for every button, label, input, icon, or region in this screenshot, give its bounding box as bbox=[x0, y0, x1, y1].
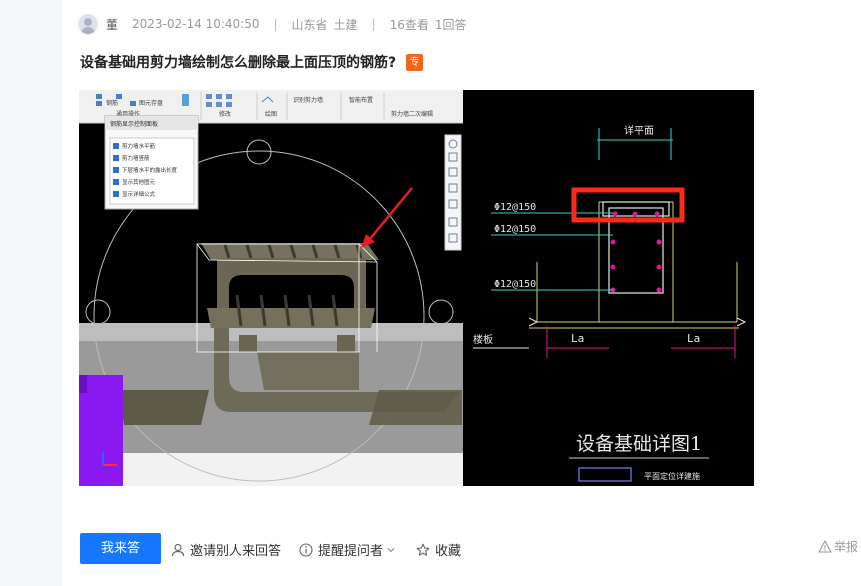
detail-top-label: 详平面 bbox=[624, 124, 654, 137]
la-label: La bbox=[687, 332, 700, 345]
remind-button[interactable]: 提醒提问者 bbox=[299, 540, 396, 559]
star-icon bbox=[416, 543, 430, 556]
answer-count: 1回答 bbox=[434, 17, 467, 32]
panel-option[interactable]: 剪力墙竖筋 bbox=[122, 154, 150, 162]
question-title: 设备基础用剪力墙绘制怎么删除最上面压顶的钢筋? 专 bbox=[80, 52, 424, 72]
author-name[interactable]: 董 bbox=[106, 16, 118, 33]
rebar-display-panel[interactable]: 钢筋显示控制面板 剪力墙水平筋 剪力墙竖筋 下层墙水平的露出长度 显示其他图元 … bbox=[104, 115, 199, 210]
meta-separator: | bbox=[273, 17, 278, 31]
info-icon bbox=[299, 542, 313, 557]
question-meta: 董 2023-02-14 10:40:50 | 山东省 土建 | 16查看 1回… bbox=[78, 13, 467, 35]
report-label: 举报 bbox=[834, 540, 859, 554]
rebar-label: Φ12@150 bbox=[494, 224, 536, 235]
view-count: 16查看 bbox=[389, 17, 429, 32]
user-icon bbox=[171, 543, 185, 556]
panel-option[interactable]: 显示详细公式 bbox=[122, 190, 156, 198]
panel-title: 钢筋显示控制面板 bbox=[110, 120, 158, 128]
panel-option[interactable]: 下层墙水平的露出长度 bbox=[122, 166, 178, 174]
legend-label: 平面定位详建施 bbox=[644, 471, 700, 481]
toolbar-item[interactable]: 识别剪力墙 bbox=[293, 96, 323, 104]
favorite-button[interactable]: 收藏 bbox=[416, 540, 461, 559]
software-view: 钢筋 图元存盘 通用操作 修改 绘图 识别剪力墙 智能布置 剪力墙二次编辑 钢筋… bbox=[79, 90, 463, 486]
drawing-title: 设备基础详图1 bbox=[576, 433, 702, 455]
avatar[interactable] bbox=[78, 14, 98, 34]
panel-option[interactable]: 剪力墙水平筋 bbox=[122, 142, 156, 150]
toolbar-item[interactable]: 钢筋 bbox=[106, 99, 118, 107]
question-image[interactable]: 钢筋 图元存盘 通用操作 修改 绘图 识别剪力墙 智能布置 剪力墙二次编辑 钢筋… bbox=[79, 90, 754, 486]
toolbar-item[interactable]: 图元存盘 bbox=[139, 99, 163, 107]
favorite-label: 收藏 bbox=[435, 544, 462, 559]
toolbar-group-label: 绘图 bbox=[265, 110, 277, 118]
category[interactable]: 土建 bbox=[334, 16, 358, 33]
la-label: La bbox=[571, 332, 584, 345]
cad-detail-drawing: 详平面 Φ12@150 Φ12@150 Φ12@150 La La 楼板 设备基… bbox=[463, 90, 754, 486]
toolbar-group-label: 剪力墙二次编辑 bbox=[391, 110, 433, 118]
answer-button[interactable]: 我来答 bbox=[80, 533, 161, 564]
report-button[interactable]: 举报 bbox=[818, 538, 858, 555]
remind-label: 提醒提问者 bbox=[318, 544, 384, 559]
rebar-label: Φ12@150 bbox=[494, 202, 536, 213]
expert-badge: 专 bbox=[406, 53, 424, 71]
toolbar-item[interactable]: 智能布置 bbox=[349, 96, 373, 104]
meta-separator: | bbox=[371, 17, 376, 31]
question-title-text: 设备基础用剪力墙绘制怎么删除最上面压顶的钢筋? bbox=[80, 55, 397, 71]
panel-option[interactable]: 显示其他图元 bbox=[122, 178, 156, 186]
slab-label: 楼板 bbox=[473, 333, 493, 346]
post-timestamp: 2023-02-14 10:40:50 bbox=[132, 17, 260, 31]
rebar-label: Φ12@150 bbox=[494, 279, 536, 290]
invite-button[interactable]: 邀请别人来回答 bbox=[171, 540, 281, 559]
warning-icon bbox=[818, 540, 832, 553]
invite-label: 邀请别人来回答 bbox=[190, 544, 282, 559]
region: 山东省 bbox=[291, 17, 328, 32]
chevron-down-icon bbox=[387, 547, 395, 552]
toolbar-group-label: 修改 bbox=[219, 110, 231, 118]
